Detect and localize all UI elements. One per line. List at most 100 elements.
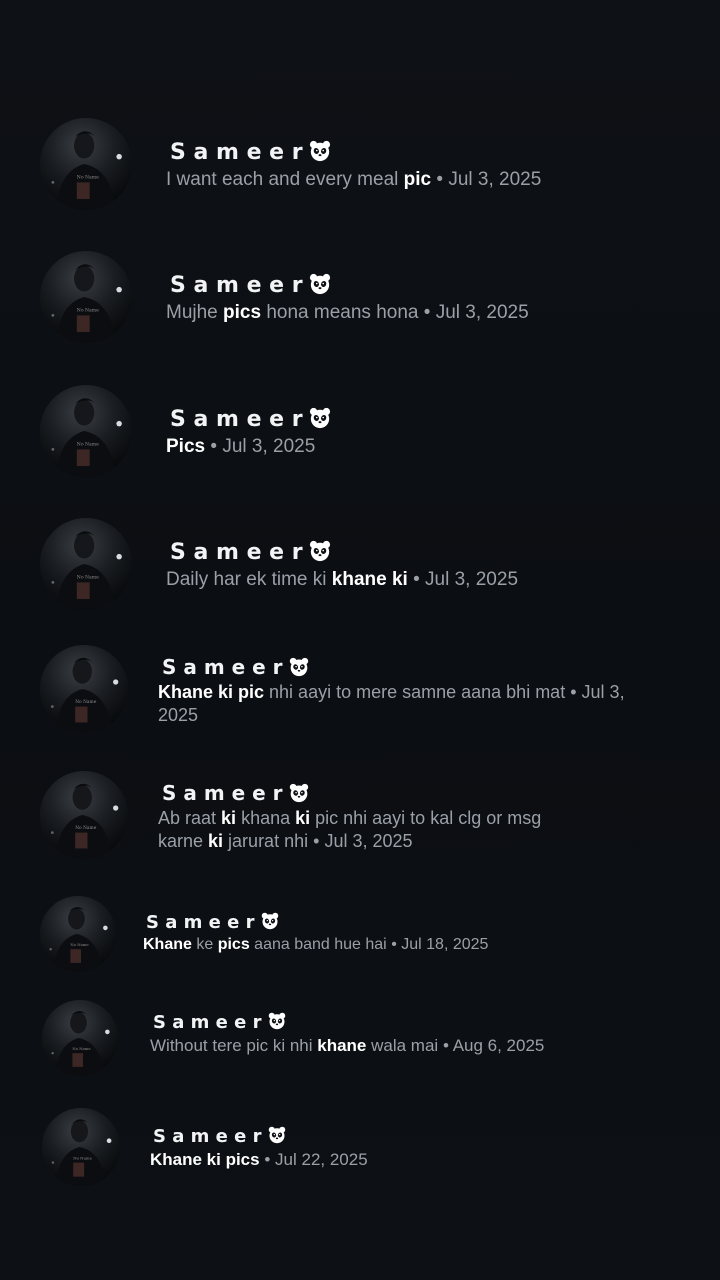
contact-name-text: S a m e e r bbox=[170, 140, 303, 165]
contact-name-text: S a m e e r bbox=[162, 781, 283, 805]
message-date: Jul 18, 2025 bbox=[401, 936, 489, 953]
avatar[interactable]: No Name bbox=[40, 645, 128, 733]
separator-dot: • bbox=[570, 682, 577, 702]
panda-emoji-icon bbox=[268, 1012, 286, 1030]
contact-name: S a m e e r bbox=[170, 140, 331, 165]
snippet-match-highlight: Khane ki pic bbox=[158, 682, 265, 702]
snippet-text: wala mai bbox=[366, 1036, 439, 1055]
contact-name-text: S a m e e r bbox=[153, 1012, 262, 1033]
avatar[interactable]: No Name bbox=[40, 251, 132, 343]
avatar[interactable]: No Name bbox=[40, 896, 116, 972]
snippet-match-highlight: pic bbox=[403, 169, 432, 190]
snippet-text: I want each and every meal bbox=[166, 169, 404, 190]
contact-name: S a m e e r bbox=[153, 1012, 286, 1033]
avatar[interactable]: No Name bbox=[40, 118, 132, 210]
contact-name: S a m e e r bbox=[153, 1126, 286, 1147]
message-snippet: Daily har ek time ki khane ki • Jul 3, 2… bbox=[166, 568, 646, 592]
message-date: Jul 3, 2025 bbox=[435, 302, 529, 323]
contact-name: S a m e e r bbox=[146, 912, 279, 933]
contact-name: S a m e e r bbox=[170, 407, 331, 432]
panda-emoji-icon bbox=[289, 657, 309, 677]
snippet-match-highlight: khane bbox=[317, 1036, 367, 1055]
snippet-text: Without tere pic ki nhi bbox=[150, 1036, 318, 1055]
snippet-match-highlight: pics bbox=[223, 302, 262, 323]
svg-text:No Name: No Name bbox=[72, 1046, 91, 1051]
search-result-row[interactable]: No Name S a m e e r Khane ke pics aana b… bbox=[0, 896, 720, 1006]
svg-text:No Name: No Name bbox=[77, 175, 99, 181]
svg-text:No Name: No Name bbox=[70, 942, 89, 947]
contact-name-text: S a m e e r bbox=[162, 655, 283, 679]
search-result-row[interactable]: No Name S a m e e r Khane ki pic nhi aay… bbox=[0, 645, 720, 755]
message-snippet: Ab raat ki khana ki pic nhi aayi to kal … bbox=[158, 807, 588, 852]
separator-dot: • bbox=[391, 936, 397, 953]
message-date: Jul 3, 2025 bbox=[425, 569, 519, 590]
snippet-match-highlight: khane ki bbox=[331, 569, 408, 590]
separator-dot: • bbox=[442, 1036, 449, 1055]
search-result-row[interactable]: No Name S a m e e r Mujhe pics hona mean… bbox=[0, 251, 720, 361]
svg-text:No Name: No Name bbox=[77, 442, 99, 448]
snippet-text: khana bbox=[236, 808, 296, 828]
message-date: Aug 6, 2025 bbox=[452, 1036, 545, 1055]
panda-emoji-icon bbox=[309, 540, 331, 562]
contact-name: S a m e e r bbox=[170, 540, 331, 565]
panda-emoji-icon bbox=[268, 1126, 286, 1144]
panda-emoji-icon bbox=[309, 407, 331, 429]
snippet-match-highlight: ki bbox=[208, 830, 224, 851]
contact-name-text: S a m e e r bbox=[170, 407, 303, 432]
snippet-match-highlight: Khane ki pics bbox=[150, 1150, 260, 1169]
avatar[interactable]: No Name bbox=[40, 385, 132, 477]
search-result-row[interactable]: No Name S a m e e r Ab raat ki khana ki … bbox=[0, 771, 720, 881]
contact-name-text: S a m e e r bbox=[146, 912, 255, 933]
message-snippet: Khane ki pics • Jul 22, 2025 bbox=[150, 1149, 670, 1170]
contact-name-text: S a m e e r bbox=[153, 1126, 262, 1147]
snippet-match-highlight: ki bbox=[295, 808, 311, 828]
avatar[interactable]: No Name bbox=[42, 1108, 120, 1186]
search-result-row[interactable]: No Name S a m e e r Khane ki pics • Jul … bbox=[0, 1108, 720, 1218]
panda-emoji-icon bbox=[309, 273, 331, 295]
contact-name: S a m e e r bbox=[162, 781, 309, 805]
snippet-text: Daily har ek time ki bbox=[166, 569, 332, 590]
search-result-row[interactable]: No Name S a m e e r Pics • Jul 3, 2025 bbox=[0, 385, 720, 495]
snippet-match-highlight: pics bbox=[217, 936, 250, 953]
svg-text:No Name: No Name bbox=[75, 700, 97, 705]
snippet-text: hona means hona bbox=[261, 302, 419, 323]
message-snippet: Without tere pic ki nhi khane wala mai •… bbox=[150, 1035, 670, 1056]
snippet-text: ke bbox=[191, 936, 218, 953]
svg-text:No Name: No Name bbox=[77, 575, 99, 581]
panda-emoji-icon bbox=[309, 140, 331, 162]
message-date: Jul 22, 2025 bbox=[275, 1150, 368, 1169]
snippet-text: aana band hue hai bbox=[249, 936, 387, 953]
message-snippet: Pics • Jul 3, 2025 bbox=[166, 435, 646, 459]
svg-text:No Name: No Name bbox=[73, 1155, 92, 1160]
search-result-row[interactable]: No Name S a m e e r Without tere pic ki … bbox=[0, 1000, 720, 1110]
contact-name-text: S a m e e r bbox=[170, 273, 303, 298]
snippet-text: Mujhe bbox=[166, 302, 224, 323]
svg-text:No Name: No Name bbox=[77, 308, 99, 314]
message-date: Jul 3, 2025 bbox=[222, 436, 316, 457]
contact-name: S a m e e r bbox=[170, 273, 331, 298]
avatar[interactable]: No Name bbox=[42, 1000, 118, 1076]
message-snippet: Mujhe pics hona means hona • Jul 3, 2025 bbox=[166, 301, 646, 325]
message-date: Jul 3, 2025 bbox=[324, 830, 413, 851]
snippet-match-highlight: Pics bbox=[166, 436, 206, 457]
message-snippet: Khane ki pic nhi aayi to mere samne aana… bbox=[158, 681, 628, 726]
snippet-text: Ab raat bbox=[158, 808, 222, 828]
snippet-text: nhi aayi to mere samne aana bhi mat bbox=[264, 682, 566, 702]
search-result-row[interactable]: No Name S a m e e r I want each and ever… bbox=[0, 118, 720, 228]
svg-text:No Name: No Name bbox=[75, 826, 97, 831]
avatar[interactable]: No Name bbox=[40, 518, 132, 610]
snippet-match-highlight: Khane bbox=[143, 936, 192, 953]
panda-emoji-icon bbox=[289, 783, 309, 803]
message-snippet: I want each and every meal pic • Jul 3, … bbox=[166, 168, 646, 192]
contact-name: S a m e e r bbox=[162, 655, 309, 679]
search-result-row[interactable]: No Name S a m e e r Daily har ek time ki… bbox=[0, 518, 720, 628]
separator-dot: • bbox=[413, 569, 420, 590]
message-snippet: Khane ke pics aana band hue hai • Jul 18… bbox=[143, 935, 663, 955]
panda-emoji-icon bbox=[261, 912, 279, 930]
snippet-text: jarurat nhi bbox=[223, 830, 309, 851]
snippet-match-highlight: ki bbox=[221, 808, 237, 828]
message-date: Jul 3, 2025 bbox=[448, 169, 542, 190]
avatar[interactable]: No Name bbox=[40, 771, 128, 859]
contact-name-text: S a m e e r bbox=[170, 540, 303, 565]
search-results-screen: No Name S a m e e r I want each and ever… bbox=[0, 0, 720, 1280]
